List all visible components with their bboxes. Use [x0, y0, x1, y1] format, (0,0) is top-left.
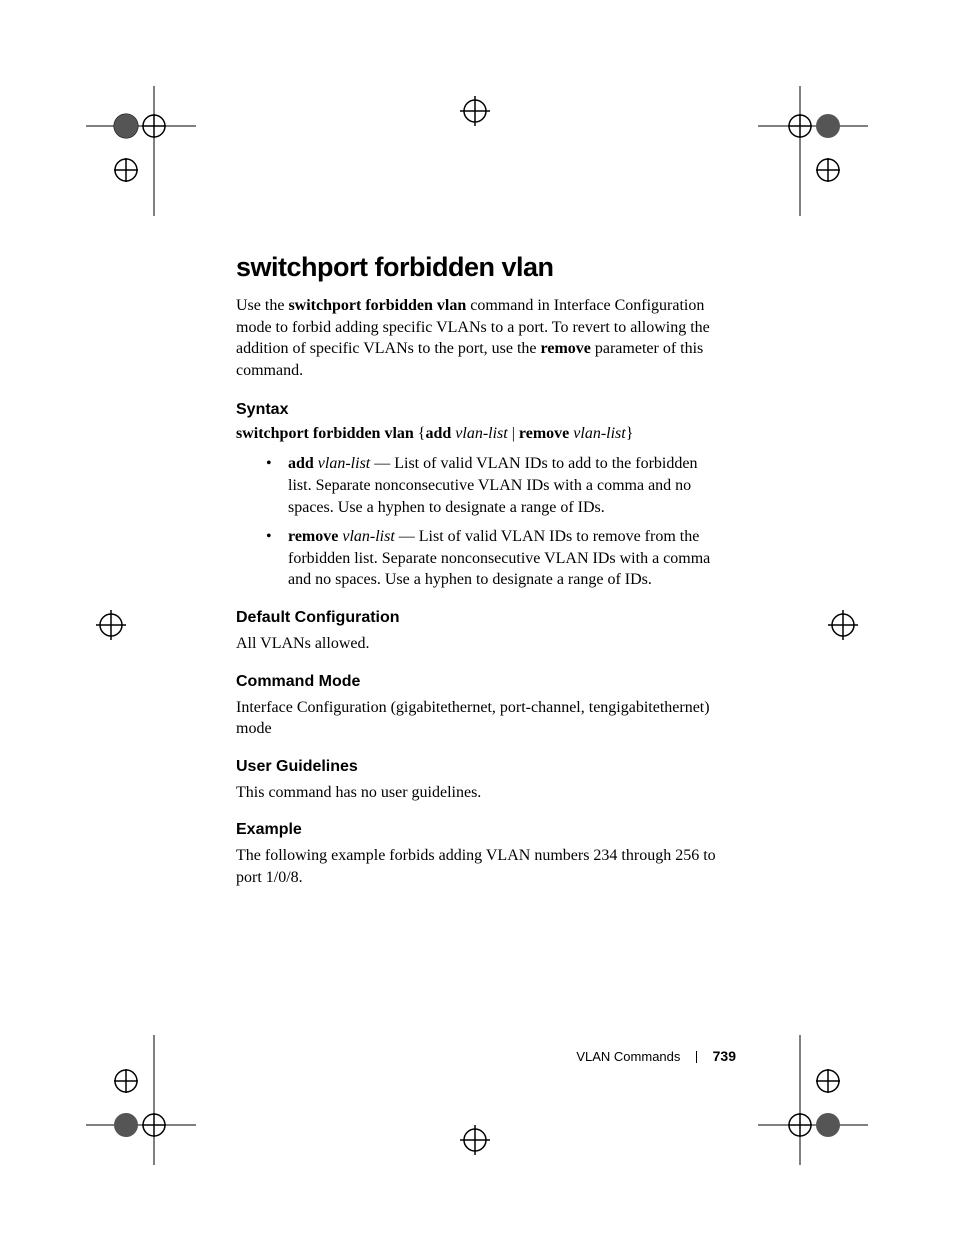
- crop-mark-icon: [86, 1035, 196, 1165]
- syntax-line: switchport forbidden vlan {add vlan-list…: [236, 425, 716, 443]
- default-config-body: All VLANs allowed.: [236, 633, 716, 655]
- syntax-pipe: |: [508, 425, 519, 442]
- command-mode-heading: Command Mode: [236, 673, 716, 691]
- list-item: remove vlan-list — List of valid VLAN ID…: [266, 526, 716, 591]
- bullet-dash: —: [395, 528, 419, 545]
- syntax-add-kw: add: [425, 425, 451, 442]
- intro-param-bold: remove: [541, 340, 591, 357]
- crop-mark-icon: [758, 1035, 868, 1165]
- bullet-arg: vlan-list: [342, 528, 394, 545]
- page-content: switchport forbidden vlan Use the switch…: [236, 252, 716, 897]
- syntax-vlan-list: vlan-list: [573, 425, 625, 442]
- syntax-brace: }: [626, 425, 634, 442]
- bullet-keyword: add: [288, 455, 314, 472]
- registration-mark-icon: [450, 1115, 500, 1165]
- syntax-vlan-list: vlan-list: [455, 425, 507, 442]
- intro-command-bold: switchport forbidden vlan: [288, 297, 466, 314]
- example-body: The following example forbids adding VLA…: [236, 845, 716, 888]
- syntax-heading: Syntax: [236, 401, 716, 419]
- crop-mark-icon: [86, 86, 196, 216]
- intro-text: Use the: [236, 297, 288, 314]
- example-heading: Example: [236, 821, 716, 839]
- syntax-remove-kw: remove: [519, 425, 569, 442]
- command-title: switchport forbidden vlan: [236, 252, 716, 283]
- user-guidelines-body: This command has no user guidelines.: [236, 782, 716, 804]
- crop-mark-icon: [758, 86, 868, 216]
- bullet-keyword: remove: [288, 528, 338, 545]
- syntax-bullet-list: add vlan-list — List of valid VLAN IDs t…: [266, 453, 716, 591]
- list-item: add vlan-list — List of valid VLAN IDs t…: [266, 453, 716, 518]
- registration-mark-icon: [450, 86, 500, 136]
- intro-paragraph: Use the switchport forbidden vlan comman…: [236, 295, 716, 381]
- footer-section: VLAN Commands: [576, 1049, 680, 1064]
- command-mode-body: Interface Configuration (gigabitethernet…: [236, 697, 716, 740]
- footer-separator-icon: [696, 1051, 697, 1063]
- bullet-arg: vlan-list: [318, 455, 370, 472]
- user-guidelines-heading: User Guidelines: [236, 758, 716, 776]
- default-config-heading: Default Configuration: [236, 609, 716, 627]
- bullet-dash: —: [370, 455, 394, 472]
- page-number: 739: [713, 1048, 736, 1064]
- registration-mark-icon: [818, 600, 868, 650]
- syntax-cmd: switchport forbidden vlan: [236, 425, 414, 442]
- registration-mark-icon: [86, 600, 136, 650]
